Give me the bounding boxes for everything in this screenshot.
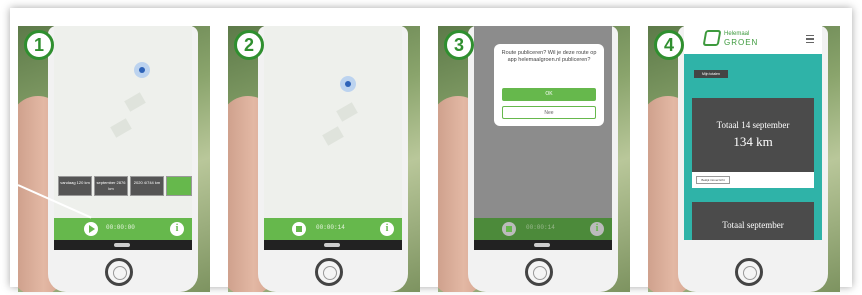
- no-button[interactable]: Nee: [502, 106, 596, 119]
- nav-pill: [114, 243, 130, 247]
- home-button[interactable]: [315, 258, 343, 286]
- home-button[interactable]: [105, 258, 133, 286]
- step-panel-1: vandaag 120 km september 2876 km 2020 4/…: [18, 26, 210, 292]
- android-navbar: [264, 240, 402, 250]
- home-button[interactable]: [525, 258, 553, 286]
- map-feature: [336, 102, 358, 122]
- card-footer: Bekijk ritoverzicht: [692, 172, 814, 188]
- stop-icon[interactable]: [292, 222, 306, 236]
- info-icon[interactable]: i: [590, 222, 604, 236]
- monthly-total-card: Totaal september: [692, 202, 814, 240]
- stat-year: 2020 4/744 km: [130, 176, 164, 196]
- publish-dialog: Route publiceren? Wil je deze route op a…: [494, 44, 604, 126]
- hamburger-menu-icon[interactable]: [806, 35, 814, 43]
- step-panel-2: 00:00:14 i 2: [228, 26, 420, 292]
- site-header: Helemaal GROEN: [684, 26, 822, 54]
- stat-extra: [166, 176, 192, 196]
- phone-screen: Route publiceren? Wil je deze route op a…: [474, 26, 612, 240]
- nav-pill: [324, 243, 340, 247]
- info-icon[interactable]: i: [380, 222, 394, 236]
- step-panel-4: Helemaal GROEN Mijn totalen Totaal 14 se…: [648, 26, 840, 292]
- stat-month: september 2876 km: [94, 176, 128, 196]
- home-button[interactable]: [735, 258, 763, 286]
- logo-text-line2: GROEN: [724, 38, 759, 47]
- timer: 00:00:14: [316, 224, 345, 231]
- phone-screen: Helemaal GROEN Mijn totalen Totaal 14 se…: [684, 26, 822, 240]
- phone-screen: 00:00:14 i: [264, 26, 402, 240]
- phone: Route publiceren? Wil je deze route op a…: [468, 26, 618, 292]
- step-badge: 2: [234, 30, 264, 60]
- location-dot-icon: [134, 62, 150, 78]
- android-navbar: [54, 240, 192, 250]
- stop-icon[interactable]: [502, 222, 516, 236]
- stat-today: vandaag 120 km: [58, 176, 92, 196]
- dialog-message: Route publiceren? Wil je deze route op a…: [501, 50, 597, 63]
- info-icon[interactable]: i: [170, 222, 184, 236]
- step-badge: 1: [24, 30, 54, 60]
- map-feature: [110, 118, 132, 138]
- helemaal-groen-logo-icon: [702, 30, 722, 46]
- play-icon[interactable]: [84, 222, 98, 236]
- ok-button[interactable]: OK: [502, 88, 596, 101]
- step-panel-3: Route publiceren? Wil je deze route op a…: [438, 26, 630, 292]
- map-feature: [322, 126, 344, 146]
- phone: vandaag 120 km september 2876 km 2020 4/…: [48, 26, 198, 292]
- stats-row: vandaag 120 km september 2876 km 2020 4/…: [54, 176, 192, 198]
- phone-bezel: [684, 240, 822, 250]
- location-dot-icon: [340, 76, 356, 92]
- tracking-bar: 00:00:14 i: [474, 218, 612, 240]
- view-rides-button[interactable]: Bekijk ritoverzicht: [696, 176, 730, 184]
- card-title: Totaal september: [722, 220, 784, 230]
- tab-totals[interactable]: Mijn totalen: [694, 70, 728, 78]
- step-badge: 4: [654, 30, 684, 60]
- card-title: Totaal 14 september: [716, 120, 790, 130]
- phone: Helemaal GROEN Mijn totalen Totaal 14 se…: [678, 26, 828, 292]
- phone: 00:00:14 i: [258, 26, 408, 292]
- step-badge: 3: [444, 30, 474, 60]
- logo-text-line1: Helemaal: [724, 31, 750, 37]
- map-feature: [124, 92, 146, 112]
- phone-screen: vandaag 120 km september 2876 km 2020 4/…: [54, 26, 192, 240]
- tracking-bar: 00:00:14 i: [264, 218, 402, 240]
- screenshot-frame: vandaag 120 km september 2876 km 2020 4/…: [10, 8, 852, 292]
- timer: 00:00:14: [526, 224, 555, 231]
- tracking-bar: 00:00:00 i: [54, 218, 192, 240]
- card-value: 134 km: [733, 134, 773, 149]
- nav-pill: [534, 243, 550, 247]
- content-area: Mijn totalen Totaal 14 september 134 km …: [684, 54, 822, 240]
- android-navbar: [474, 240, 612, 250]
- timer: 00:00:00: [106, 224, 135, 231]
